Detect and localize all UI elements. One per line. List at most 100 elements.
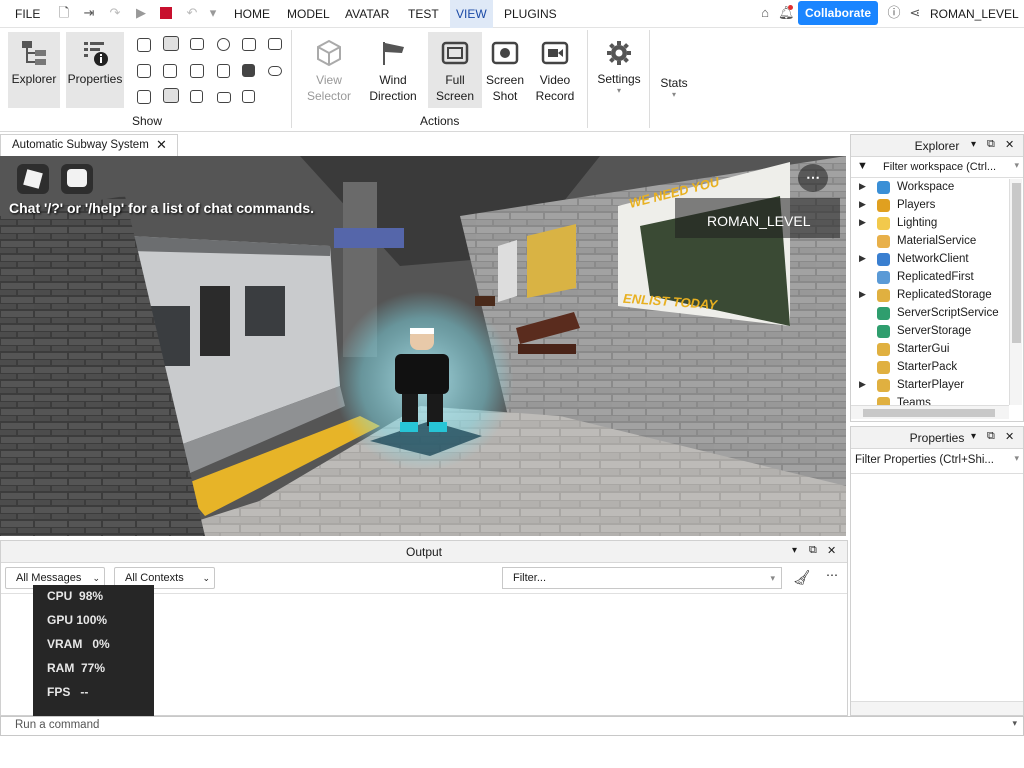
output-filter-input[interactable]: Filter... ▾ (502, 567, 782, 589)
explorer-button[interactable]: Explorer (8, 32, 60, 108)
tag-editor-icon[interactable] (242, 38, 256, 51)
tab-avatar[interactable]: AVATAR (345, 7, 389, 21)
tab-home[interactable]: HOME (234, 7, 270, 21)
collaborate-button[interactable]: Collaborate (798, 1, 878, 25)
properties-filter-placeholder: Filter Properties (Ctrl+Shi... (855, 454, 994, 466)
replicatedfirst-icon (877, 271, 890, 284)
starterplayer-icon (877, 379, 890, 392)
team-create-icon[interactable] (217, 38, 230, 51)
expand-arrow-icon[interactable]: ▶ (859, 181, 866, 192)
username-label[interactable]: ROMAN_LEVEL (930, 7, 1019, 21)
home-icon[interactable]: ⌂ (757, 5, 773, 21)
undock-icon[interactable]: ⧉ (987, 138, 995, 151)
performance-icon[interactable] (217, 92, 231, 103)
explorer-item-starterpack[interactable]: StarterPack (851, 359, 1011, 377)
explorer-item-networkclient[interactable]: ▶ NetworkClient (851, 251, 1011, 269)
close-explorer-icon[interactable]: ✕ (1005, 138, 1014, 151)
panel-dropdown-icon[interactable]: ▾ (971, 139, 976, 150)
chat-button[interactable] (61, 164, 93, 194)
terrain-editor-icon[interactable] (190, 38, 204, 50)
tab-view[interactable]: VIEW (450, 0, 493, 28)
camera-icon (491, 41, 519, 65)
close-output-icon[interactable]: ✕ (827, 544, 836, 557)
explorer-vertical-scrollbar[interactable] (1009, 179, 1022, 405)
explorer-tree: ▶ Workspace ▶ Players ▶ Lighting MaterialServi… (851, 179, 1011, 405)
more-options-icon[interactable]: ⋯ (798, 164, 828, 192)
help-icon[interactable]: ⓘ (886, 5, 902, 21)
output-icon[interactable] (163, 88, 179, 103)
tab-test[interactable]: TEST (408, 7, 439, 21)
serverscriptservice-icon (877, 307, 890, 320)
expand-arrow-icon[interactable]: ▶ (859, 199, 866, 210)
screen-shot-button[interactable]: Screen Shot (484, 32, 526, 108)
wind-direction-button[interactable]: Wind Direction (366, 32, 420, 108)
stop-icon[interactable] (158, 5, 174, 21)
publish-icon[interactable]: ⇥ (81, 5, 97, 21)
explorer-item-lighting[interactable]: ▶ Lighting (851, 215, 1011, 233)
panel-dropdown-icon[interactable]: ▾ (792, 545, 797, 556)
explorer-item-label: ServerScriptService (897, 307, 999, 319)
scrollbar-thumb[interactable] (863, 409, 995, 417)
tab-plugins[interactable]: PLUGINS (504, 7, 557, 21)
script-recovery-icon[interactable] (217, 64, 230, 78)
find-results-icon[interactable] (190, 64, 204, 78)
share-icon[interactable]: ⋖ (907, 5, 923, 21)
object-browser-icon[interactable] (137, 64, 151, 78)
explorer-item-serverstorage[interactable]: ServerStorage (851, 323, 1011, 341)
explorer-item-replicatedstorage[interactable]: ▶ ReplicatedStorage (851, 287, 1011, 305)
explorer-item-teams[interactable]: Teams (851, 395, 1011, 405)
explorer-item-materialservice[interactable]: MaterialService (851, 233, 1011, 251)
properties-filter-input[interactable]: Filter Properties (Ctrl+Shi... ▾ (851, 450, 1023, 474)
explorer-item-replicatedfirst[interactable]: ReplicatedFirst (851, 269, 1011, 287)
command-history-dropdown-icon[interactable]: ▾ (1012, 718, 1017, 729)
output-more-icon[interactable]: ⋯ (826, 568, 838, 582)
stats-chart-icon[interactable] (190, 90, 203, 103)
asset-manager-icon[interactable] (163, 36, 179, 51)
game-viewport[interactable]: ⋯ Chat '/?' or '/help' for a list of cha… (0, 156, 846, 536)
document-tab[interactable]: Automatic Subway System ✕ (0, 134, 178, 156)
explorer-item-startergui[interactable]: StarterGui (851, 341, 1011, 359)
vr-icon[interactable] (268, 66, 282, 76)
explorer-item-workspace[interactable]: ▶ Workspace (851, 179, 1011, 197)
customize-toolbar-icon[interactable]: ▾ (205, 5, 221, 21)
tab-model[interactable]: MODEL (287, 7, 330, 21)
notification-bell-icon[interactable]: 🔔︎ (778, 5, 795, 21)
properties-horizontal-scrollbar[interactable] (851, 701, 1023, 715)
undock-icon[interactable]: ⧉ (987, 430, 995, 443)
explorer-item-serverscriptservice[interactable]: ServerScriptService (851, 305, 1011, 323)
view-selector-button[interactable]: View Selector (304, 32, 354, 108)
new-file-icon[interactable]: 🗋 (56, 5, 72, 21)
stats-button[interactable]: Stats ▾ (656, 32, 692, 108)
play-icon[interactable]: ▶ (133, 5, 149, 21)
explorer-filter-input[interactable]: ▼ Filter workspace (Ctrl... ▾ (851, 158, 1023, 178)
redo-icon[interactable]: ↷ (107, 5, 123, 21)
context-icon[interactable] (137, 90, 151, 104)
full-screen-button[interactable]: Full Screen (428, 32, 482, 108)
expand-arrow-icon[interactable]: ▶ (859, 379, 866, 390)
video-record-button[interactable]: Video Record (532, 32, 578, 108)
command-bar[interactable]: Run a command ▾ (0, 716, 1024, 736)
command-bar-icon[interactable] (163, 64, 177, 78)
expand-arrow-icon[interactable]: ▶ (859, 217, 866, 228)
expand-arrow-icon[interactable]: ▶ (859, 253, 866, 264)
script-analysis-icon[interactable] (268, 38, 282, 50)
undock-icon[interactable]: ⧉ (809, 544, 817, 557)
close-tab-icon[interactable]: ✕ (156, 137, 167, 153)
roblox-menu-button[interactable] (17, 164, 49, 194)
menu-file[interactable]: FILE (15, 7, 40, 21)
explorer-horizontal-scrollbar[interactable] (851, 405, 1009, 419)
close-properties-icon[interactable]: ✕ (1005, 430, 1014, 443)
explorer-item-players[interactable]: ▶ Players (851, 197, 1011, 215)
toolbox-icon[interactable] (137, 38, 151, 52)
tag-icon[interactable] (242, 64, 255, 77)
expand-arrow-icon[interactable]: ▶ (859, 289, 866, 300)
window-layers-icon[interactable] (242, 90, 255, 103)
properties-button[interactable]: Properties (66, 32, 124, 108)
explorer-item-starterplayer[interactable]: ▶ StarterPlayer (851, 377, 1011, 395)
panel-dropdown-icon[interactable]: ▾ (971, 431, 976, 442)
undo-icon[interactable]: ↶ (184, 5, 200, 21)
clear-output-icon[interactable]: 🧹︎ (793, 569, 811, 586)
scrollbar-thumb[interactable] (1012, 183, 1021, 343)
settings-button[interactable]: Settings ▾ (594, 32, 644, 108)
contexts-filter-value: All Contexts (125, 572, 184, 584)
